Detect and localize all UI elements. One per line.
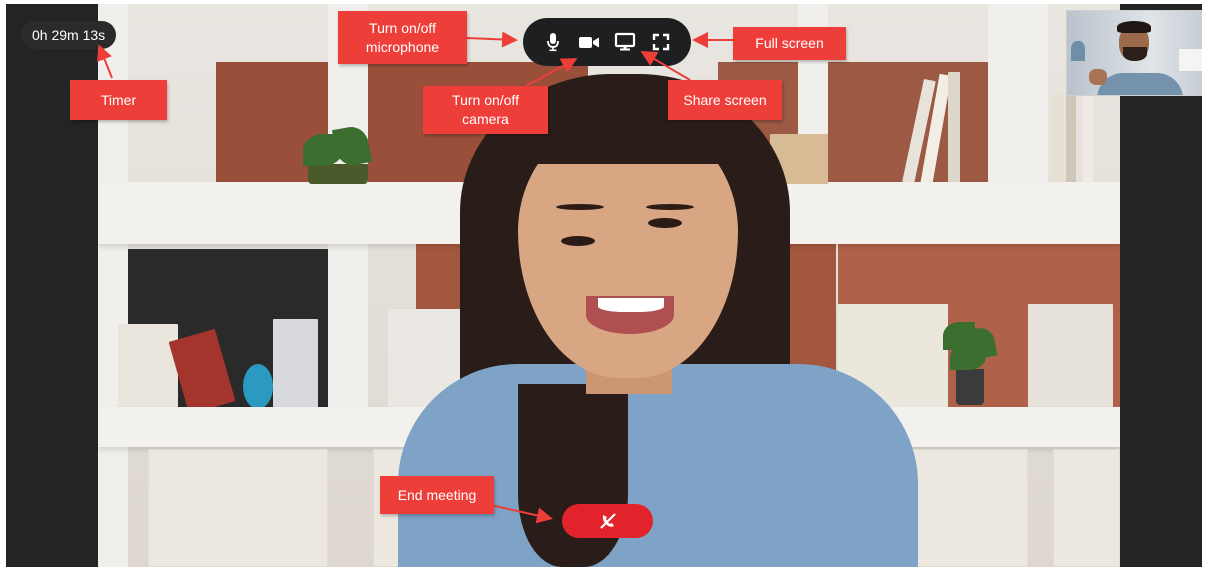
person-shirt bbox=[398, 364, 918, 567]
car bbox=[1179, 49, 1202, 71]
annotation-camera: Turn on/off camera bbox=[423, 86, 548, 134]
meeting-timer: 0h 29m 13s bbox=[21, 21, 117, 49]
annotation-full-screen: Full screen bbox=[733, 27, 846, 60]
share-screen-button[interactable] bbox=[611, 28, 639, 56]
person-eyebrow bbox=[556, 204, 604, 210]
book bbox=[1083, 84, 1093, 184]
person-eyebrow bbox=[646, 204, 694, 210]
person-hair-strand bbox=[518, 384, 628, 567]
shelf-divider bbox=[988, 4, 1048, 184]
participant-hair bbox=[1117, 21, 1151, 33]
participant-beard bbox=[1123, 47, 1147, 61]
person-eye bbox=[561, 236, 595, 246]
book bbox=[1066, 89, 1076, 184]
end-meeting-button[interactable] bbox=[562, 504, 653, 538]
plant-pot bbox=[956, 369, 984, 405]
participant-hand bbox=[1089, 69, 1107, 85]
book bbox=[118, 324, 178, 409]
video-camera-icon bbox=[579, 37, 599, 48]
vase bbox=[243, 364, 273, 409]
annotation-share-screen: Share screen bbox=[668, 80, 782, 120]
participant-shirt bbox=[1097, 73, 1183, 95]
book bbox=[948, 72, 960, 184]
microphone-button[interactable] bbox=[539, 28, 567, 56]
microphone-icon bbox=[547, 33, 559, 52]
main-participant-video bbox=[98, 4, 1120, 567]
control-bar bbox=[523, 18, 691, 66]
plant-pot bbox=[308, 164, 368, 184]
book bbox=[1053, 94, 1063, 184]
annotation-end-meeting: End meeting bbox=[380, 476, 494, 514]
self-view-video[interactable] bbox=[1066, 10, 1202, 96]
phone-hangup-icon bbox=[599, 513, 616, 529]
annotation-timer: Timer bbox=[70, 80, 167, 120]
fullscreen-button[interactable] bbox=[647, 28, 675, 56]
book bbox=[273, 319, 318, 409]
person-eye bbox=[648, 218, 682, 228]
monitor-icon bbox=[614, 32, 636, 51]
annotation-microphone: Turn on/off microphone bbox=[338, 11, 467, 64]
camera-button[interactable] bbox=[575, 28, 603, 56]
cabinet-door bbox=[148, 449, 328, 567]
cabinet-door bbox=[1053, 449, 1120, 567]
video-call-stage: 0h 29m 13s bbox=[6, 4, 1202, 567]
plant-leaf bbox=[950, 344, 986, 370]
person-teeth bbox=[598, 298, 664, 312]
book bbox=[1028, 304, 1113, 409]
lamp bbox=[1071, 41, 1085, 61]
fullscreen-icon bbox=[652, 33, 670, 51]
